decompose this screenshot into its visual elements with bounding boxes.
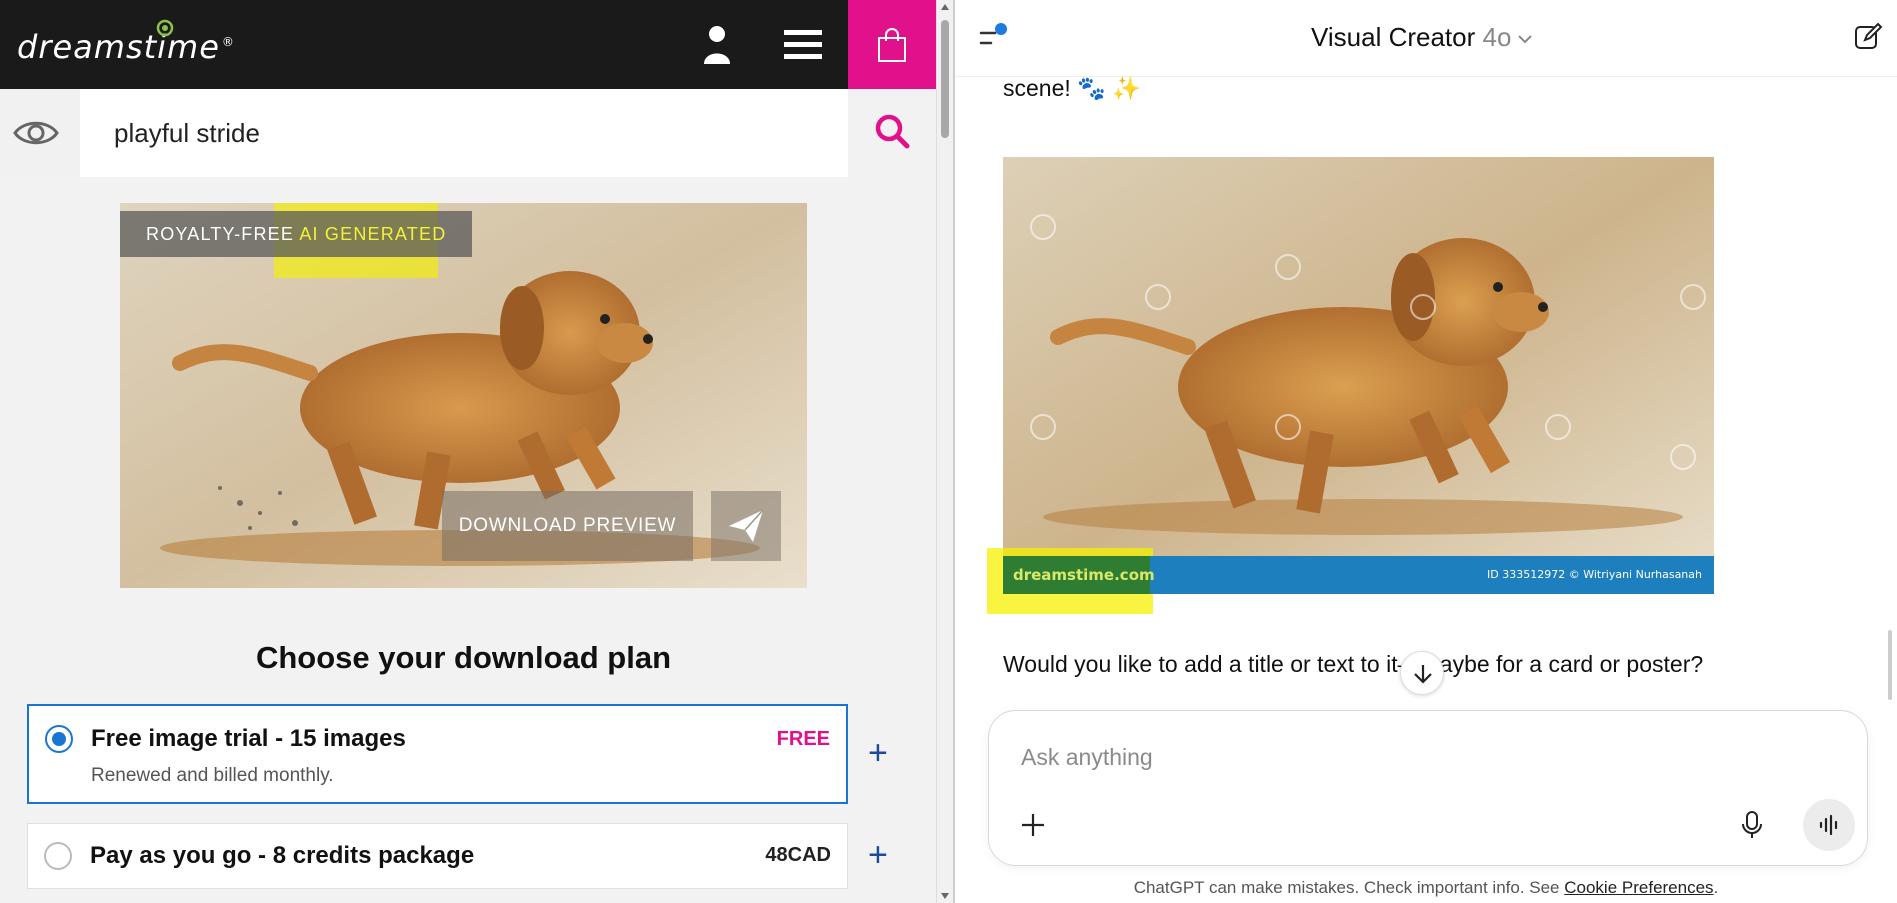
search-button[interactable]: [848, 89, 936, 177]
shopping-bag-icon: [878, 28, 906, 62]
chat-input[interactable]: [1019, 739, 1779, 775]
chat-composer: [988, 710, 1868, 866]
scroll-down-arrow-icon[interactable]: [941, 893, 949, 899]
plan-price: FREE: [776, 728, 830, 750]
chatgpt-pane: Visual Creator 4o scene! 🐾 ✨ dreamstime.…: [955, 0, 1897, 903]
scroll-to-bottom-button[interactable]: [1400, 651, 1444, 695]
user-icon[interactable]: [696, 22, 738, 66]
expand-plan-button[interactable]: +: [868, 736, 888, 770]
assistant-message-text: scene! 🐾 ✨: [1003, 75, 1141, 101]
plan-name: Free image trial - 15 images: [91, 725, 406, 752]
search-bar: [0, 89, 936, 177]
scrollbar-thumb[interactable]: [941, 20, 949, 138]
royalty-free-badge: ROYALTY-FREE AI GENERATED: [120, 211, 473, 257]
disclaimer: ChatGPT can make mistakes. Check importa…: [1133, 878, 1719, 897]
watermark-domain: dreamstime.com: [1013, 566, 1155, 584]
plan-option-free-trial[interactable]: Free image trial - 15 images Renewed and…: [27, 704, 848, 804]
watermark-logo-block: dreamstime.com: [1003, 556, 1155, 594]
share-button[interactable]: [711, 491, 781, 561]
eye-icon: [13, 121, 59, 145]
assistant-message-text: Would you like to add a title or text to…: [1003, 651, 1704, 677]
search-input[interactable]: [80, 89, 848, 177]
chevron-down-icon: [1518, 35, 1533, 44]
image-watermark-bar: dreamstime.com ID 333512972 © Witriyani …: [1003, 556, 1714, 594]
dreamstime-logo[interactable]: dreamstime ®: [17, 28, 235, 66]
download-preview-button[interactable]: DOWNLOAD PREVIEW: [442, 491, 693, 561]
cart-button[interactable]: [848, 0, 936, 89]
sidebar-toggle-icon[interactable]: [977, 20, 1011, 54]
scroll-up-arrow-icon[interactable]: [941, 4, 949, 10]
arrow-down-icon: [1414, 665, 1432, 684]
plan-radio[interactable]: [44, 842, 72, 870]
cookie-preferences-link[interactable]: Cookie Preferences: [1564, 878, 1713, 897]
expand-plan-button[interactable]: +: [868, 838, 888, 872]
voice-mode-icon: [1819, 814, 1838, 836]
left-scrollbar[interactable]: [936, 0, 953, 903]
plan-subtitle: Renewed and billed monthly.: [91, 765, 334, 786]
chat-scrollbar[interactable]: [1888, 630, 1892, 700]
search-icon: [875, 114, 910, 149]
model-selector[interactable]: Visual Creator 4o: [1311, 22, 1533, 53]
dreamstime-pane: dreamstime ® playful stride ROYALTY-FREE…: [0, 0, 936, 903]
logo-swirl-icon: [156, 19, 174, 37]
plan-name: Pay as you go - 8 credits package: [90, 842, 475, 869]
new-chat-icon[interactable]: [1853, 22, 1883, 52]
generated-puppy-image[interactable]: [1003, 157, 1714, 594]
plan-option-pay-as-you-go[interactable]: Pay as you go - 8 credits package 48CAD: [27, 823, 848, 889]
plus-icon[interactable]: [1017, 809, 1049, 841]
paper-plane-icon: [729, 509, 764, 542]
voice-mode-button[interactable]: [1803, 799, 1855, 851]
watermark-image-id: ID 333512972 © Witriyani Nurhasanah: [1487, 568, 1702, 581]
site-header: dreamstime ®: [0, 0, 936, 89]
menu-icon[interactable]: [776, 22, 830, 66]
chat-header: Visual Creator 4o: [955, 0, 1897, 77]
plan-section-title: Choose your download plan: [255, 640, 672, 675]
microphone-icon[interactable]: [1737, 809, 1767, 841]
plan-radio-selected[interactable]: [45, 725, 73, 753]
plan-price: 48CAD: [765, 844, 831, 866]
visual-search-button[interactable]: [0, 89, 80, 177]
